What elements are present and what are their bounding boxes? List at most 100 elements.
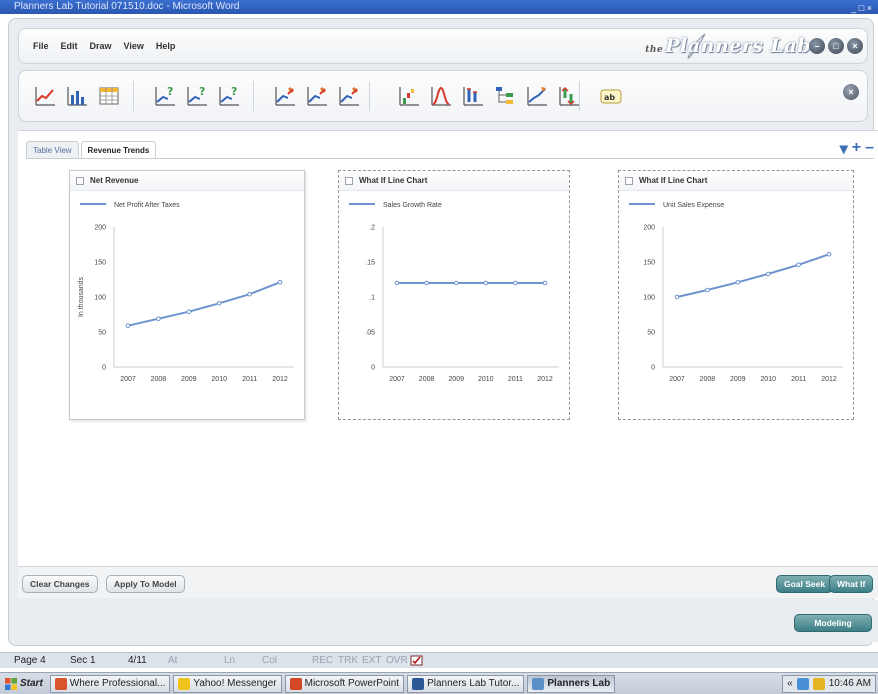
y-tick-label: 200	[643, 225, 655, 232]
add-view-icon[interactable]: +	[852, 139, 861, 159]
tree-icon[interactable]	[493, 84, 517, 108]
toolbar-separator	[253, 81, 254, 111]
x-tick-label: 2007	[669, 376, 685, 383]
minimize-icon[interactable]: –	[809, 38, 825, 54]
dropdown-icon[interactable]: ▾	[840, 139, 848, 159]
chart-panel[interactable]: What If Line Chart Unit Sales Expense 200 1…	[618, 170, 854, 420]
menu-file[interactable]: File	[33, 41, 49, 51]
status-ext: EXT	[362, 655, 382, 666]
y-tick-label: 150	[643, 260, 655, 267]
chart-panel[interactable]: What If Line Chart Sales Growth Rate .2 .15…	[338, 170, 570, 420]
taskbar-task[interactable]: Planners Lab	[527, 674, 616, 693]
data-point[interactable]	[765, 271, 771, 277]
taskbar-task[interactable]: Where Professional...	[49, 674, 171, 693]
tab-revenue-trends[interactable]: Revenue Trends	[80, 141, 157, 159]
x-tick-label: 2008	[151, 376, 167, 383]
network-icon[interactable]	[796, 677, 809, 690]
data-point[interactable]	[453, 280, 459, 286]
toolbar-close-icon[interactable]: ×	[843, 84, 859, 100]
what-if-line-icon[interactable]: ?	[153, 84, 177, 108]
goal-seek-bar-icon[interactable]	[305, 84, 329, 108]
data-point[interactable]	[424, 280, 429, 286]
menu-edit[interactable]: Edit	[61, 41, 78, 51]
data-point[interactable]	[705, 287, 710, 293]
chart-select-checkbox[interactable]	[76, 176, 84, 185]
view-controls: ▾ + –	[840, 139, 874, 159]
brand-name: Planners Lab	[665, 35, 811, 57]
range-icon[interactable]	[461, 84, 485, 108]
windows-taskbar: Start Where Professional... Yahoo! Messen…	[0, 672, 878, 694]
clear-changes-button[interactable]: Clear Changes	[22, 575, 98, 593]
menu-view[interactable]: View	[124, 41, 144, 51]
data-point[interactable]	[796, 262, 801, 268]
maximize-icon[interactable]: □	[828, 38, 844, 54]
menu-help[interactable]: Help	[156, 41, 176, 51]
data-point[interactable]	[483, 280, 489, 286]
x-tick-label: 2009	[181, 376, 197, 383]
distribution-icon[interactable]	[429, 84, 453, 108]
y-tick-label: 100	[643, 295, 655, 302]
trend-icon[interactable]	[525, 84, 549, 108]
data-point[interactable]	[156, 316, 161, 321]
y-tick-label: 50	[98, 330, 106, 337]
windows-logo-icon	[5, 677, 17, 690]
taskbar-task[interactable]: Yahoo! Messenger	[173, 674, 282, 693]
taskbar-task-label: Planners Lab Tutor...	[427, 678, 520, 689]
status-section: Sec 1	[70, 655, 96, 666]
what-if-table-icon[interactable]: ?	[217, 84, 241, 108]
table-icon[interactable]	[97, 84, 121, 108]
data-point[interactable]	[513, 280, 518, 286]
line-chart: Unit Sales Expense 200 150 100 50 0 2007 2008 20…	[629, 202, 843, 383]
chart-axis	[113, 227, 294, 368]
volume-icon[interactable]	[812, 677, 825, 690]
chart-axis	[662, 227, 843, 368]
sensitivity-icon[interactable]	[557, 84, 581, 108]
start-button[interactable]: Start	[0, 674, 47, 694]
data-point[interactable]	[826, 252, 832, 257]
chart-panel[interactable]: Net Revenue Net Profit After Taxes 200 150 1…	[69, 170, 305, 420]
y-tick-label: 150	[94, 260, 106, 267]
planners-lab-icon	[532, 677, 545, 690]
close-icon[interactable]: ×	[847, 38, 863, 54]
data-point[interactable]	[277, 280, 283, 285]
tab-divider	[26, 158, 874, 159]
svg-text:?: ?	[231, 85, 237, 98]
data-point[interactable]	[186, 309, 192, 314]
y-tick-label: 100	[94, 295, 106, 302]
chart-select-checkbox[interactable]	[625, 176, 633, 185]
x-tick-label: 2007	[389, 376, 405, 383]
chart-select-checkbox[interactable]	[345, 176, 353, 185]
data-point[interactable]	[542, 280, 548, 286]
data-point[interactable]	[125, 323, 131, 328]
goal-seek-line-icon[interactable]	[273, 84, 297, 108]
bottom-action-bar: Clear Changes Apply To Model Goal Seek W…	[18, 566, 878, 598]
goal-seek-table-icon[interactable]	[337, 84, 361, 108]
taskbar-task[interactable]: Planners Lab Tutor...	[407, 674, 525, 693]
window-controls[interactable]: _ □ ×	[851, 1, 872, 14]
data-point[interactable]	[735, 280, 741, 285]
data-point[interactable]	[247, 291, 252, 297]
x-tick-label: 2007	[120, 376, 136, 383]
waterfall-icon[interactable]	[397, 84, 421, 108]
text-label-icon[interactable]: ab	[599, 84, 623, 108]
what-if-bar-icon[interactable]: ?	[185, 84, 209, 108]
data-point[interactable]	[216, 301, 222, 306]
goal-seek-button[interactable]: Goal Seek	[776, 575, 834, 593]
spelling-check-icon[interactable]	[410, 655, 424, 667]
line-chart-icon[interactable]	[33, 84, 57, 108]
x-tick-label: 2009	[730, 376, 746, 383]
data-point[interactable]	[674, 294, 680, 300]
tab-table-view[interactable]: Table View	[26, 141, 79, 159]
svg-text:?: ?	[199, 85, 205, 98]
menu-draw[interactable]: Draw	[90, 41, 112, 51]
tray-expand-icon[interactable]: «	[787, 678, 793, 689]
remove-view-icon[interactable]: –	[865, 139, 874, 159]
apply-to-model-button[interactable]: Apply To Model	[106, 575, 185, 593]
taskbar-task[interactable]: Microsoft PowerPoint	[284, 674, 405, 693]
bar-chart-icon[interactable]	[65, 84, 89, 108]
main-menu: File Edit Draw View Help	[33, 41, 175, 51]
what-if-button[interactable]: What If	[829, 575, 874, 593]
data-point[interactable]	[394, 280, 400, 286]
x-tick-label: 2010	[211, 376, 227, 383]
modeling-button[interactable]: Modeling	[794, 614, 872, 632]
